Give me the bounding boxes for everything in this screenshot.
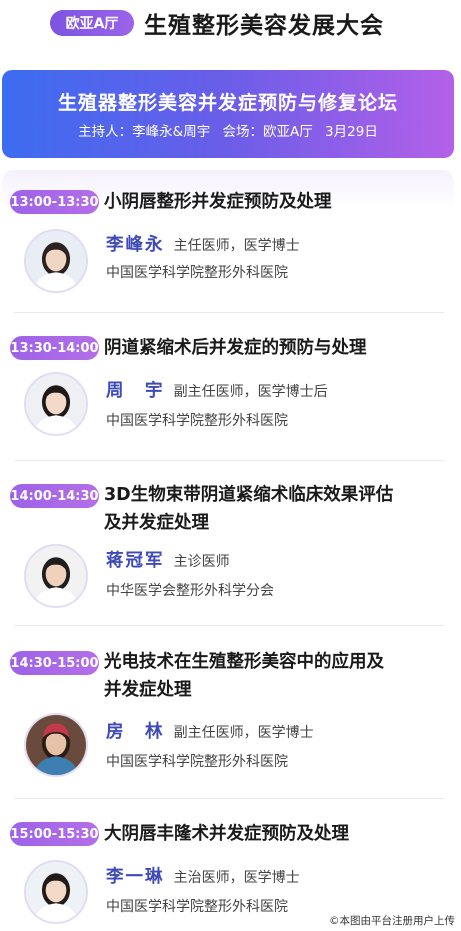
session-item: 13:30-14:00 阴道紧缩术后并发症的预防与处理 周 宇 副主任医师，医学… [2,316,454,462]
hall-badge: 欧亚A厅 [50,10,134,36]
talk-title: 小阴唇整形并发症预防及处理 [104,188,444,216]
time-badge: 13:00-13:30 [10,190,99,214]
portrait-image [26,231,86,291]
talk-title: 阴道紧缩术后并发症的预防与处理 [104,334,444,362]
speaker-affiliation: 中华医学会整形外科学分会 [106,583,274,599]
speaker-affiliation: 中国医学科学院整形外科医院 [106,413,288,429]
speaker-name: 周 宇 [106,381,165,401]
speaker-name: 蒋冠军 [106,551,165,571]
talk-title-line: 并发症处理 [104,680,192,700]
forum-info: 主持人：李峰永&周宇 会场：欧亚A厅 3月29日 [2,120,454,140]
speaker-role: 副主任医师，医学博士后 [173,384,328,400]
speaker-role: 主诊医师 [173,554,230,570]
talk-title-line: 3D生物束带阴道紧缩术临床效果评估 [104,485,394,505]
forum-host: 主持人：李峰永&周宇 [78,124,211,140]
forum-banner: 生殖器整形美容并发症预防与修复论坛 主持人：李峰永&周宇 会场：欧亚A厅 3月2… [2,70,454,158]
conference-header: 欧亚A厅 生殖整形美容发展大会 [0,0,461,56]
divider [14,312,444,313]
speaker-avatar [24,544,88,608]
schedule-panel: 13:00-13:30 小阴唇整形并发症预防及处理 李峰永 主任医师，医学博士 … [2,170,454,931]
talk-title: 光电技术在生殖整形美容中的应用及 并发症处理 [104,648,444,704]
talk-title-line: 及并发症处理 [104,513,209,533]
speaker-avatar [24,713,88,777]
forum-title: 生殖器整形美容并发症预防与修复论坛 [57,92,398,114]
speaker-role: 主任医师，医学博士 [173,238,300,254]
speaker-line: 蒋冠军 主诊医师 [106,547,230,572]
conference-title: 生殖整形美容发展大会 [144,13,384,39]
time-badge: 13:30-14:00 [10,336,99,360]
time-badge: 14:00-14:30 [10,484,99,508]
portrait-image [26,374,86,434]
session-item: 14:30-15:00 光电技术在生殖整形美容中的应用及 并发症处理 房 林 副… [2,628,454,800]
talk-title-line: 阴道紧缩术后并发症的预防与处理 [104,338,367,358]
session-item: 13:00-13:30 小阴唇整形并发症预防及处理 李峰永 主任医师，医学博士 … [2,170,454,316]
speaker-role: 主治医师，医学博士 [173,870,300,886]
speaker-avatar [24,372,88,436]
speaker-affiliation: 中国医学科学院整形外科医院 [106,754,288,770]
watermark: ©本图由平台注册用户上传 [327,912,457,929]
talk-title-line: 小阴唇整形并发症预防及处理 [104,192,332,212]
speaker-name: 李一琳 [106,867,165,887]
speaker-name: 李峰永 [106,235,165,255]
portrait-image [26,715,86,775]
speaker-avatar [24,860,88,924]
forum-venue: 会场：欧亚A厅 [222,124,313,140]
session-item: 14:00-14:30 3D生物束带阴道紧缩术临床效果评估 及并发症处理 蒋冠军… [2,462,454,628]
speaker-affiliation: 中国医学科学院整形外科医院 [106,899,288,915]
talk-title: 3D生物束带阴道紧缩术临床效果评估 及并发症处理 [104,481,444,537]
talk-title-line: 大阴唇丰隆术并发症预防及处理 [104,824,349,844]
portrait-image [26,546,86,606]
talk-title: 大阴唇丰隆术并发症预防及处理 [104,820,444,848]
speaker-line: 李峰永 主任医师，医学博士 [106,231,300,256]
speaker-line: 房 林 副主任医师，医学博士 [106,718,314,743]
forum-date: 3月29日 [325,124,378,140]
time-badge: 14:30-15:00 [10,651,99,675]
speaker-avatar [24,229,88,293]
speaker-line: 李一琳 主治医师，医学博士 [106,863,300,888]
portrait-image [26,862,86,922]
divider [14,625,444,626]
divider [14,460,444,461]
time-badge: 15:00-15:30 [10,822,99,846]
speaker-role: 副主任医师，医学博士 [173,725,314,741]
divider [14,798,444,799]
speaker-line: 周 宇 副主任医师，医学博士后 [106,377,328,402]
speaker-name: 房 林 [106,722,165,742]
talk-title-line: 光电技术在生殖整形美容中的应用及 [104,652,384,672]
speaker-affiliation: 中国医学科学院整形外科医院 [106,265,288,281]
